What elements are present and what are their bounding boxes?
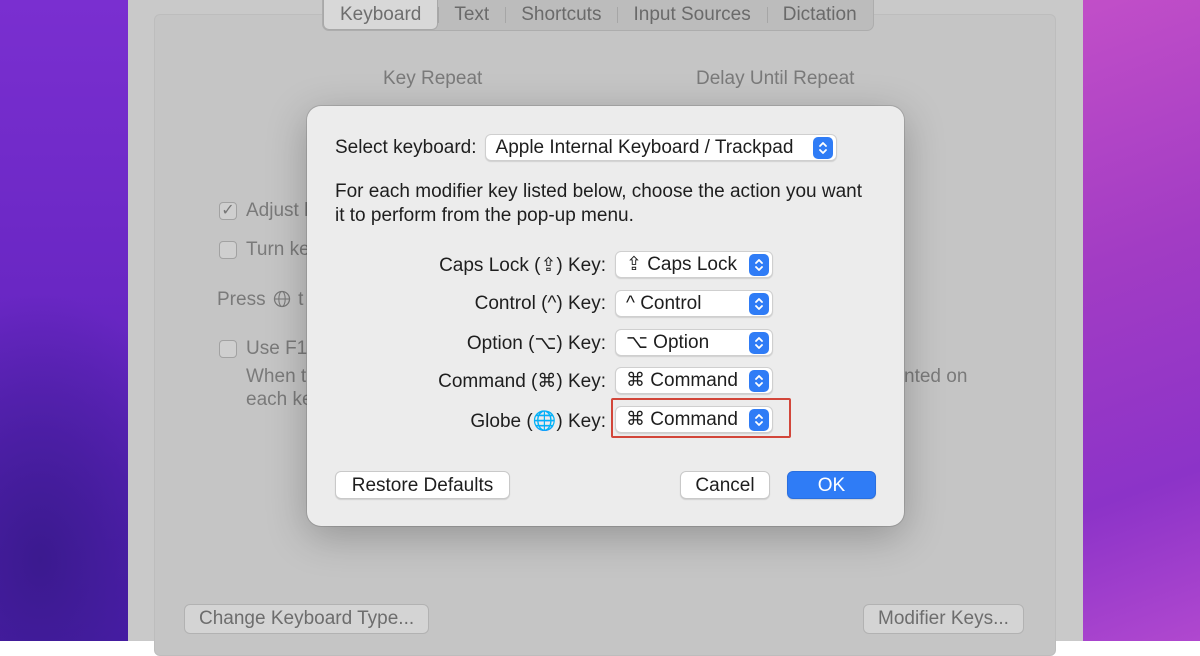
press-label-after: t	[298, 289, 304, 310]
globe-select-highlight	[611, 398, 791, 438]
turn-text: Turn ke	[246, 239, 310, 260]
caps-lock-value: ⇪ Caps Lock	[626, 254, 737, 275]
ok-button[interactable]: OK	[787, 471, 876, 499]
option-label: Option (⌥) Key:	[466, 333, 606, 354]
change-keyboard-type-button[interactable]: Change Keyboard Type...	[184, 604, 430, 634]
chevron-updown-icon	[749, 292, 769, 315]
option-value: ⌥ Option	[626, 332, 710, 353]
keyboard-select[interactable]: Apple Internal Keyboard / Trackpad	[484, 134, 837, 161]
modifier-keys-dialog: Select keyboard: Apple Internal Keyboard…	[307, 106, 904, 526]
press-label: Press	[217, 289, 266, 310]
option-row: Option (⌥) Key: ⌥ Option	[307, 326, 904, 360]
tab-input-sources[interactable]: Input Sources	[617, 0, 766, 30]
chevron-updown-icon	[812, 136, 833, 159]
globe-row: Globe (🌐) Key: ⌘ Command	[307, 403, 904, 437]
command-select[interactable]: ⌘ Command	[615, 367, 773, 394]
dialog-description: For each modifier key listed below, choo…	[335, 181, 863, 226]
command-label: Command (⌘) Key:	[438, 371, 606, 392]
control-row: Control (^) Key: ^ Control	[307, 287, 904, 321]
globe-label: Globe (🌐) Key:	[470, 411, 606, 432]
select-keyboard-row: Select keyboard: Apple Internal Keyboard…	[335, 134, 837, 161]
tab-dictation[interactable]: Dictation	[766, 0, 873, 30]
control-label: Control (^) Key:	[474, 293, 606, 314]
caps-lock-row: Caps Lock (⇪) Key: ⇪ Caps Lock	[307, 248, 904, 282]
tab-keyboard[interactable]: Keyboard	[323, 0, 439, 30]
chevron-updown-icon	[749, 369, 769, 392]
when-text: When t	[246, 366, 307, 387]
adjust-checkbox[interactable]: ✓	[219, 202, 237, 220]
option-select[interactable]: ⌥ Option	[615, 329, 773, 356]
use-f1-text: Use F1,	[246, 338, 313, 359]
caps-lock-label: Caps Lock (⇪) Key:	[439, 255, 606, 276]
printed-on-text: nted on	[904, 366, 968, 387]
tab-text[interactable]: Text	[438, 0, 505, 30]
command-value: ⌘ Command	[626, 370, 738, 391]
cancel-button[interactable]: Cancel	[680, 471, 770, 499]
tab-shortcuts[interactable]: Shortcuts	[505, 0, 617, 30]
press-text: Press t	[217, 289, 303, 311]
key-repeat-label: Key Repeat	[383, 68, 483, 89]
command-row: Command (⌘) Key: ⌘ Command	[307, 364, 904, 398]
delay-until-repeat-label: Delay Until Repeat	[696, 68, 855, 89]
caps-lock-select[interactable]: ⇪ Caps Lock	[615, 251, 773, 278]
control-select[interactable]: ^ Control	[615, 290, 773, 317]
desktop-wallpaper-right	[1070, 0, 1200, 641]
each-key-text: each ke	[246, 389, 313, 410]
keyboard-select-value: Apple Internal Keyboard / Trackpad	[495, 136, 794, 158]
adjust-text: Adjust k	[246, 200, 314, 221]
globe-icon	[273, 290, 291, 308]
restore-defaults-button[interactable]: Restore Defaults	[335, 471, 510, 499]
select-keyboard-label: Select keyboard:	[335, 136, 477, 158]
tab-bar: Keyboard Text Shortcuts Input Sources Di…	[322, 0, 874, 31]
modifier-keys-button[interactable]: Modifier Keys...	[863, 604, 1024, 634]
control-value: ^ Control	[626, 292, 702, 314]
use-f1-checkbox[interactable]	[219, 340, 237, 358]
chevron-updown-icon	[749, 331, 769, 354]
turn-checkbox[interactable]	[219, 241, 237, 259]
chevron-updown-icon	[749, 253, 769, 276]
